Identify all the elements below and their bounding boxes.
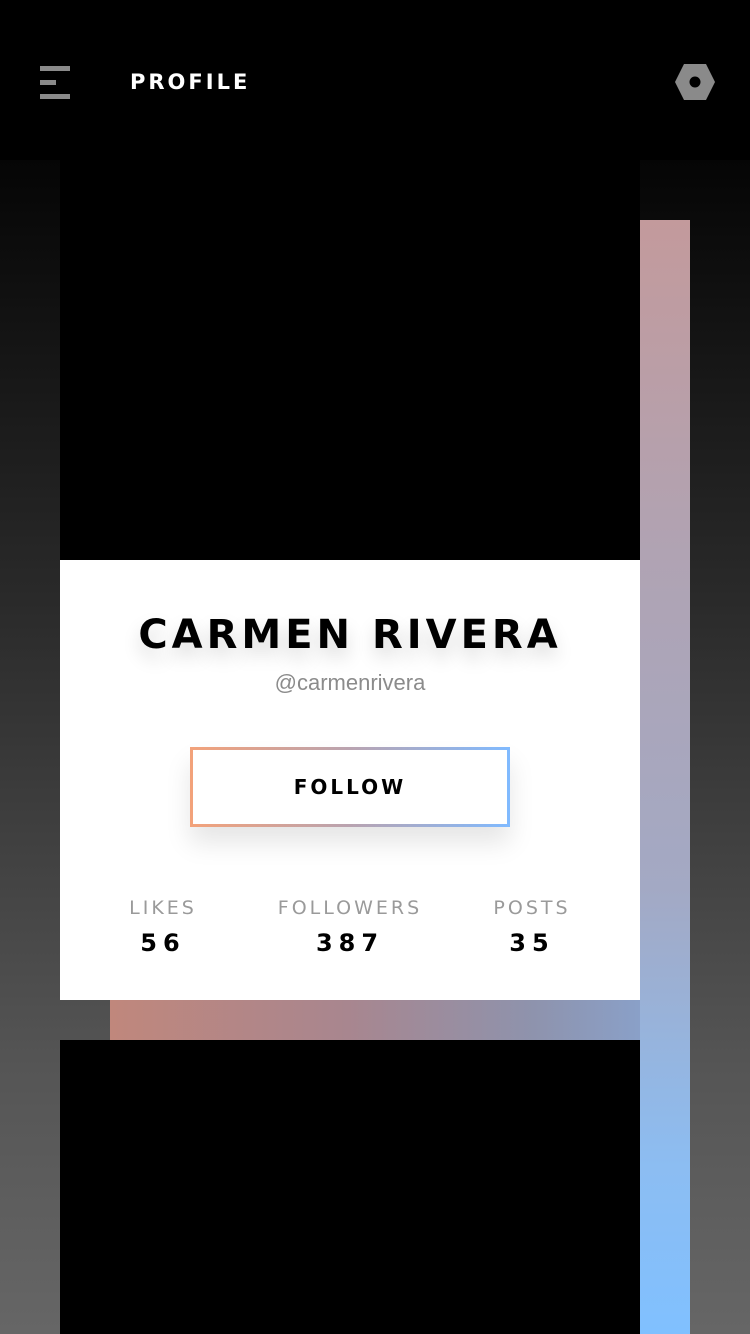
follow-button-label: FOLLOW (193, 750, 507, 824)
stat-label: LIKES (129, 897, 197, 919)
settings-icon[interactable] (674, 63, 716, 101)
stat-value: 56 (140, 929, 186, 957)
stat-label: POSTS (493, 897, 571, 919)
cover-image (60, 160, 640, 560)
stat-likes[interactable]: LIKES 56 (73, 897, 253, 957)
stat-label: FOLLOWERS (277, 897, 423, 919)
accent-gradient-strip (110, 1000, 640, 1040)
stat-followers[interactable]: FOLLOWERS 387 (260, 897, 440, 957)
menu-icon[interactable] (40, 66, 72, 100)
follow-button[interactable]: FOLLOW (190, 747, 510, 827)
stat-value: 35 (509, 929, 555, 957)
profile-name: CARMEN RIVERA (138, 612, 562, 658)
accent-gradient-bar (640, 220, 690, 1334)
stat-posts[interactable]: POSTS 35 (442, 897, 622, 957)
stat-value: 387 (315, 929, 385, 957)
profile-card: CARMEN RIVERA @carmenrivera FOLLOW LIKES… (60, 560, 640, 1000)
content-panel (60, 1040, 640, 1334)
profile-handle: @carmenrivera (274, 670, 426, 695)
page-title: PROFILE (130, 70, 251, 94)
top-bar: PROFILE (0, 0, 750, 160)
